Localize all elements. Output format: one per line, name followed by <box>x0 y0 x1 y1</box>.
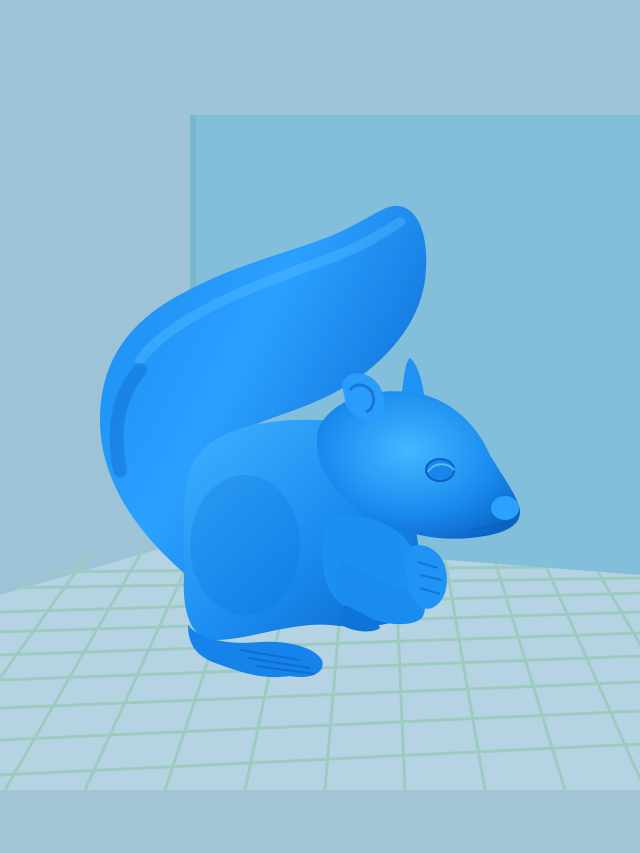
squirrel-snout <box>491 496 519 520</box>
viewport-3d[interactable] <box>0 0 640 853</box>
render-canvas[interactable] <box>0 0 640 853</box>
bottom-band <box>0 790 640 853</box>
hind-thigh <box>190 475 300 615</box>
